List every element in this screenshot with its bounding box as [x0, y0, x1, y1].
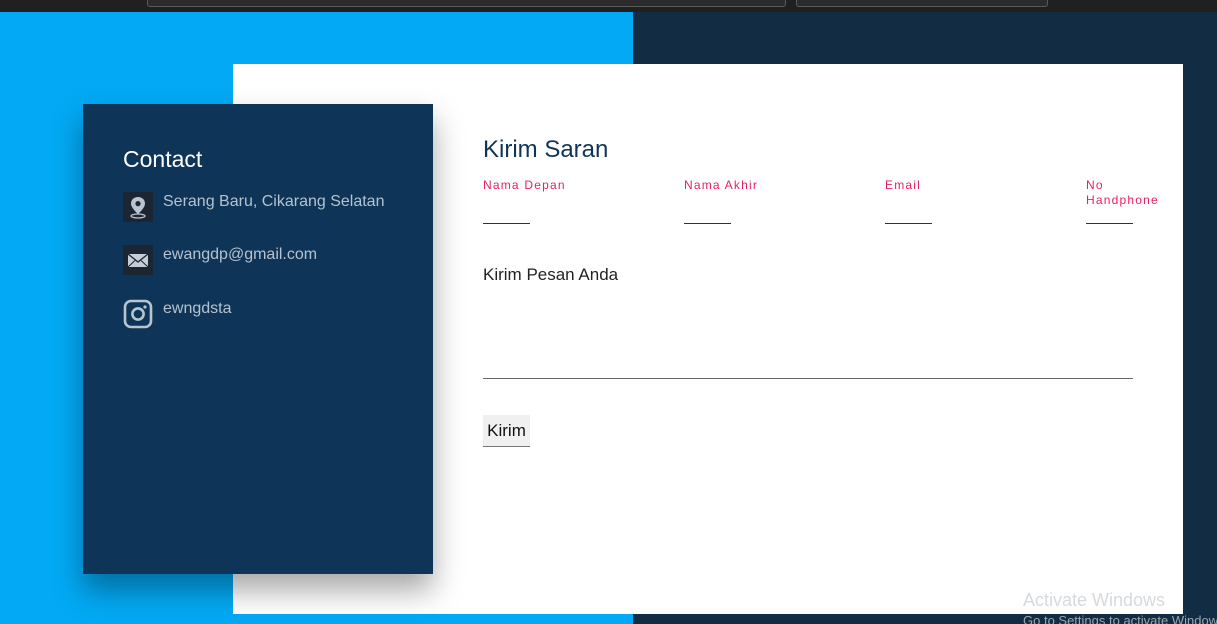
search-bar[interactable]: [796, 0, 1048, 7]
contact-panel: Contact Serang Baru, Cikarang Selatan ew…: [83, 104, 433, 574]
email-label: Email: [885, 178, 922, 192]
last-name-label: Nama Akhir: [684, 178, 759, 192]
instagram-icon: [123, 299, 153, 329]
browser-top-bar: [0, 0, 1217, 12]
message-label: Kirim Pesan Anda: [483, 265, 619, 284]
email-underline: [885, 223, 932, 224]
contact-item-instagram[interactable]: ewngdsta: [123, 299, 413, 329]
message-textarea[interactable]: [483, 378, 1133, 379]
form-title: Kirim Saran: [483, 136, 609, 163]
first-name-underline: [483, 223, 530, 224]
address-bar[interactable]: [147, 0, 786, 7]
instagram-text: ewngdsta: [163, 300, 232, 317]
first-name-label: Nama Depan: [483, 178, 566, 192]
phone-field[interactable]: No Handphone: [1086, 178, 1206, 226]
email-field[interactable]: Email: [885, 178, 1005, 226]
location-pin-icon: [123, 192, 153, 222]
send-button[interactable]: Kirim: [483, 415, 530, 447]
contact-item-email[interactable]: ewangdp@gmail.com: [123, 245, 413, 275]
contact-title: Contact: [123, 146, 203, 172]
email-text: ewangdp@gmail.com: [163, 246, 318, 263]
last-name-underline: [684, 223, 731, 224]
first-name-field[interactable]: Nama Depan: [483, 178, 603, 226]
phone-label: No Handphone: [1086, 178, 1159, 207]
last-name-field[interactable]: Nama Akhir: [684, 178, 804, 226]
phone-underline: [1086, 223, 1133, 224]
activate-windows-subtext: Go to Settings to activate Windows.: [1023, 613, 1217, 624]
activate-windows-watermark: Activate Windows: [1023, 590, 1166, 610]
address-text: Serang Baru, Cikarang Selatan: [163, 193, 385, 210]
contact-item-address: Serang Baru, Cikarang Selatan: [123, 192, 413, 222]
mail-icon: [123, 245, 153, 275]
